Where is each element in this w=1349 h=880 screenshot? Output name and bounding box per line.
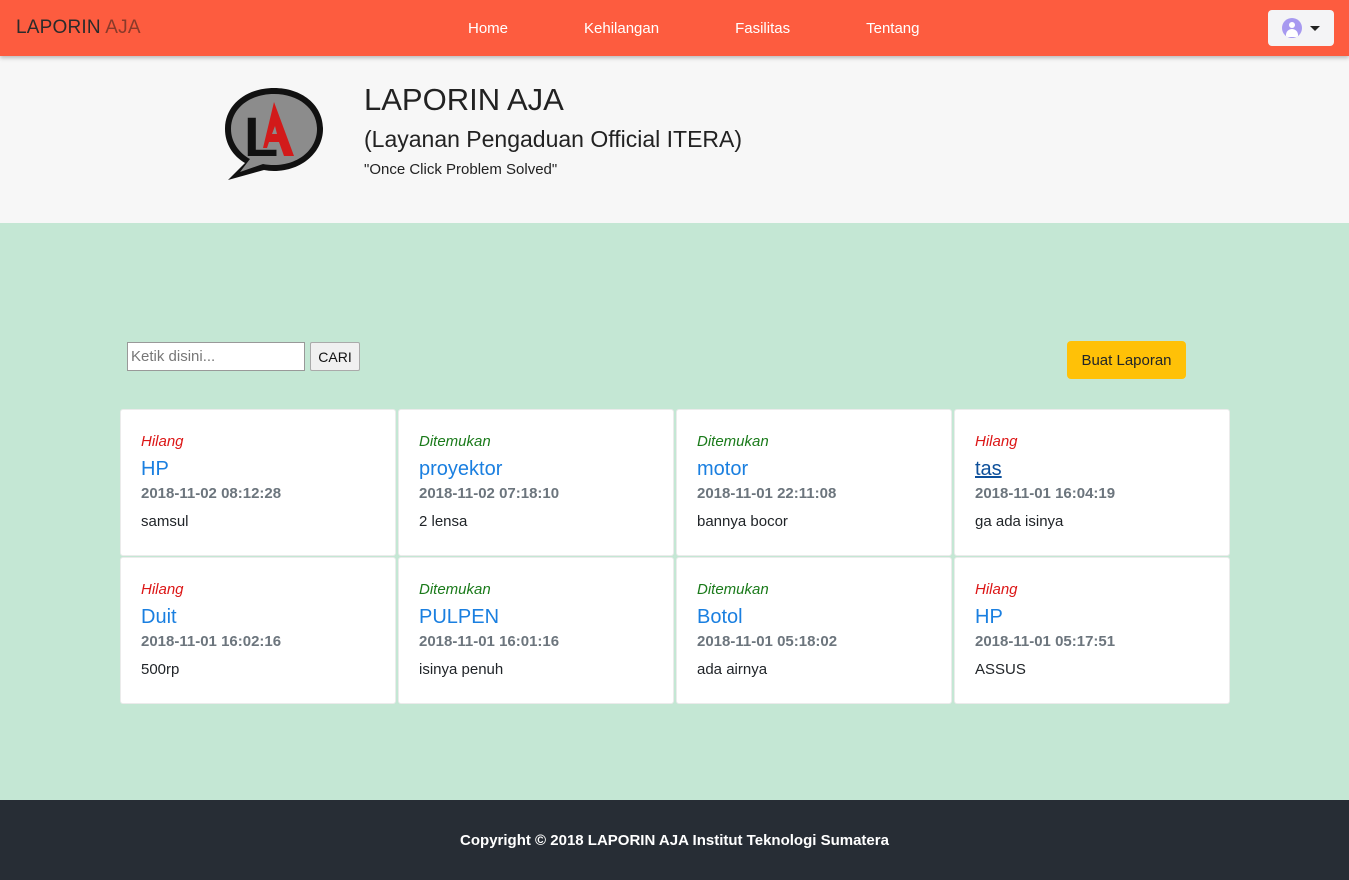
nav-fasilitas[interactable]: Fasilitas [697, 20, 828, 37]
report-date: 2018-11-02 07:18:10 [419, 485, 560, 502]
report-description: ASSUS [975, 661, 1026, 678]
copyright-text: Copyright © 2018 LAPORIN AJA Institut Te… [460, 831, 889, 849]
nav-links: Home Kehilangan Fasilitas Tentang [430, 0, 958, 56]
brand-link[interactable]: LAPORIN AJA [16, 17, 141, 39]
report-status: Ditemukan [419, 433, 491, 450]
report-date: 2018-11-01 05:18:02 [697, 633, 838, 650]
report-title-link[interactable]: Botol [697, 606, 931, 632]
nav-kehilangan[interactable]: Kehilangan [546, 20, 697, 37]
report-status: Ditemukan [697, 581, 769, 598]
report-status: Hilang [975, 581, 1018, 598]
report-description: bannya bocor [697, 513, 788, 530]
navbar: LAPORIN AJA Home Kehilangan Fasilitas Te… [0, 0, 1349, 56]
report-card: Ditemukan Botol 2018-11-01 05:18:02 ada … [676, 557, 952, 704]
report-title-link[interactable]: HP [975, 606, 1209, 632]
report-title-link[interactable]: tas [975, 458, 1209, 484]
user-menu-button[interactable] [1268, 10, 1334, 46]
report-description: 500rp [141, 661, 180, 678]
report-status: Hilang [141, 581, 184, 598]
report-description: isinya penuh [419, 661, 504, 678]
hero-banner: L LAPORIN AJA (Layanan Pengaduan Officia… [0, 56, 1349, 223]
report-card: Hilang HP 2018-11-02 08:12:28 samsul [120, 409, 396, 556]
report-grid: Hilang HP 2018-11-02 08:12:28 samsul Dit… [120, 409, 1230, 704]
nav-home[interactable]: Home [430, 20, 546, 37]
report-description: ga ada isinya [975, 513, 1064, 530]
report-title-link[interactable]: proyektor [419, 458, 653, 484]
report-date: 2018-11-01 16:04:19 [975, 485, 1116, 502]
chevron-down-icon [1310, 25, 1320, 31]
report-description: ada airnya [697, 661, 768, 678]
report-title-link[interactable]: Duit [141, 606, 375, 632]
report-status: Hilang [141, 433, 184, 450]
report-status: Ditemukan [419, 581, 491, 598]
report-date: 2018-11-01 22:11:08 [697, 485, 837, 502]
report-title-link[interactable]: PULPEN [419, 606, 653, 632]
brand-primary: LAPORIN [16, 17, 101, 38]
page-subtitle: (Layanan Pengaduan Official ITERA) [364, 126, 743, 152]
report-title-link[interactable]: motor [697, 458, 931, 484]
report-card: Ditemukan motor 2018-11-01 22:11:08 bann… [676, 409, 952, 556]
tagline: "Once Click Problem Solved" [364, 161, 558, 178]
footer: Copyright © 2018 LAPORIN AJA Institut Te… [0, 800, 1349, 880]
laporin-logo: L [225, 88, 323, 180]
report-date: 2018-11-01 16:02:16 [141, 633, 282, 650]
report-description: samsul [141, 513, 189, 530]
report-card: Hilang HP 2018-11-01 05:17:51 ASSUS [954, 557, 1230, 704]
search-input[interactable] [127, 342, 305, 371]
report-description: 2 lensa [419, 513, 468, 530]
report-card: Hilang tas 2018-11-01 16:04:19 ga ada is… [954, 409, 1230, 556]
report-date: 2018-11-01 05:17:51 [975, 633, 1116, 650]
page-title: LAPORIN AJA [364, 82, 564, 117]
report-card: Hilang Duit 2018-11-01 16:02:16 500rp [120, 557, 396, 704]
report-date: 2018-11-01 16:01:16 [419, 633, 560, 650]
create-report-button[interactable]: Buat Laporan [1067, 341, 1186, 379]
search-button[interactable]: CARI [310, 342, 360, 371]
report-date: 2018-11-02 08:12:28 [141, 485, 282, 502]
nav-tentang[interactable]: Tentang [828, 20, 957, 37]
report-status: Ditemukan [697, 433, 769, 450]
brand-accent: AJA [105, 17, 141, 38]
report-title-link[interactable]: HP [141, 458, 375, 484]
report-card: Ditemukan PULPEN 2018-11-01 16:01:16 isi… [398, 557, 674, 704]
report-card: Ditemukan proyektor 2018-11-02 07:18:10 … [398, 409, 674, 556]
user-avatar-icon [1282, 18, 1302, 38]
report-status: Hilang [975, 433, 1018, 450]
